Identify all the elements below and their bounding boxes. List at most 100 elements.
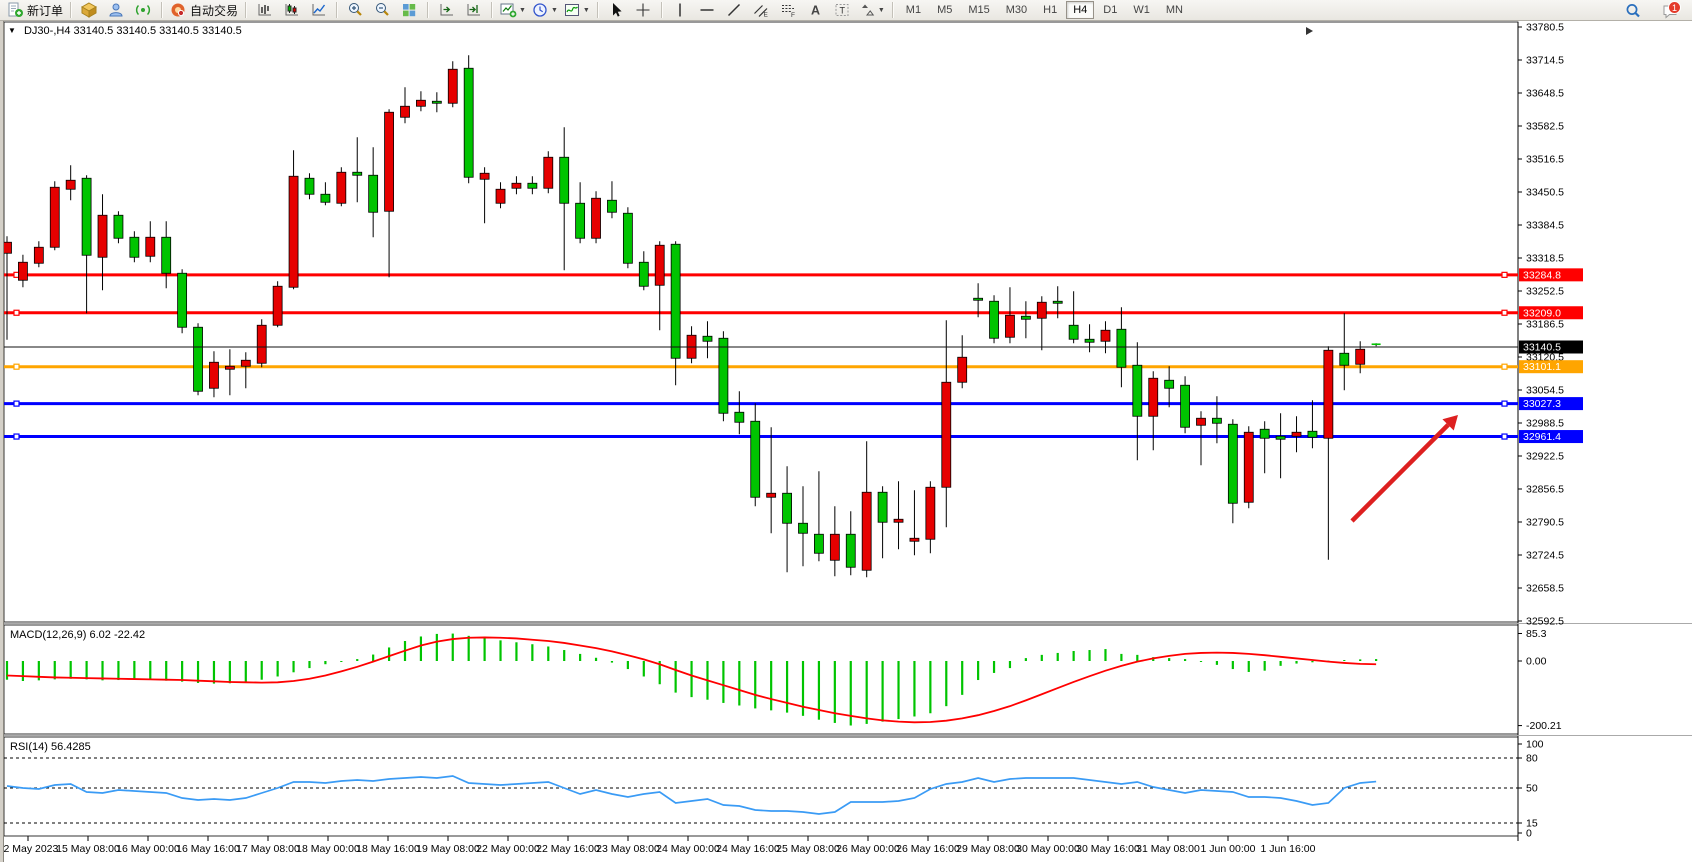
svg-text:22 May 00:00: 22 May 00:00 [476, 843, 540, 855]
cursor-button[interactable] [603, 0, 630, 21]
dropdown-caret-icon[interactable]: ▼ [878, 7, 885, 14]
add-chart-icon [500, 2, 517, 18]
vertical-line-button[interactable] [667, 0, 694, 21]
svg-text:33209.0: 33209.0 [1523, 307, 1561, 319]
auto-scroll-icon [438, 2, 455, 18]
periods-clock-button[interactable]: ▼ [529, 0, 561, 21]
toolbar-separator [661, 2, 663, 18]
signals-button[interactable] [130, 0, 157, 21]
time-axis: 12 May 202315 May 08:0016 May 00:0016 Ma… [0, 836, 1316, 855]
timeframe-m1-button[interactable]: M1 [899, 1, 928, 19]
fibonacci-button[interactable]: F [775, 0, 802, 21]
symbol-dropdown-icon[interactable]: ▼ [8, 26, 16, 35]
svg-text:32988.5: 32988.5 [1526, 418, 1564, 430]
svg-text:16 May 00:00: 16 May 00:00 [116, 843, 180, 855]
price-badge: 33284.8 [1519, 268, 1583, 281]
market-button[interactable] [76, 0, 103, 21]
price-badge: 33140.5 [1519, 341, 1583, 354]
chart-window[interactable]: 33780.533714.533648.533582.533516.533450… [0, 21, 1692, 862]
cursor-icon [608, 2, 625, 18]
svg-text:0: 0 [1526, 828, 1532, 840]
text-button[interactable]: A [802, 0, 829, 21]
vertical-line-icon [672, 2, 689, 18]
svg-text:32790.5: 32790.5 [1526, 517, 1564, 529]
chart-candles-button[interactable] [278, 0, 305, 21]
trendline-button[interactable] [721, 0, 748, 21]
profile-button[interactable] [103, 0, 130, 21]
rsi-value: 56.4285 [51, 741, 91, 753]
dropdown-caret-icon[interactable]: ▼ [583, 7, 590, 14]
text-icon: A [807, 2, 824, 18]
timeframe-mn-button[interactable]: MN [1159, 1, 1190, 19]
svg-text:50: 50 [1526, 783, 1538, 795]
svg-text:33140.5: 33140.5 [1523, 342, 1561, 354]
dropdown-caret-icon[interactable]: ▼ [519, 7, 526, 14]
market-icon [81, 2, 98, 18]
label-icon: T [834, 2, 851, 18]
timeframe-h1-button[interactable]: H1 [1036, 1, 1064, 19]
channel-button[interactable]: E [748, 0, 775, 21]
svg-text:29 May 08:00: 29 May 08:00 [956, 843, 1020, 855]
indicators-button[interactable]: ▼ [561, 0, 593, 21]
toolbar-separator [597, 2, 599, 18]
crosshair-button[interactable] [630, 0, 657, 21]
notification-badge: 1 [1668, 1, 1681, 14]
toolbar-separator [427, 2, 429, 18]
timeframe-h4-button[interactable]: H4 [1066, 1, 1094, 19]
dropdown-caret-icon[interactable]: ▼ [551, 7, 558, 14]
svg-text:33186.5: 33186.5 [1526, 319, 1564, 331]
price-badge: 33027.3 [1519, 397, 1583, 410]
search-button[interactable] [1620, 0, 1647, 21]
zoom-in-icon [347, 2, 364, 18]
svg-text:33714.5: 33714.5 [1526, 55, 1564, 67]
price-axis: 33780.533714.533648.533582.533516.533450… [1518, 22, 1564, 628]
chart-bars-button[interactable] [251, 0, 278, 21]
ohlc-values: 33140.5 33140.5 33140.5 33140.5 [74, 25, 242, 37]
macd-values: 6.02 -22.42 [89, 629, 145, 641]
svg-text:F: F [791, 12, 795, 18]
toolbar-separator [892, 2, 894, 18]
timeframe-w1-button[interactable]: W1 [1126, 1, 1157, 19]
auto-scroll-button[interactable] [433, 0, 460, 21]
horizontal-line-icon [699, 2, 716, 18]
chart-bars-icon [256, 2, 273, 18]
zoom-out-button[interactable] [369, 0, 396, 21]
window-left-border [0, 21, 4, 862]
add-chart-button[interactable]: ▼ [497, 0, 529, 21]
svg-text:18 May 00:00: 18 May 00:00 [296, 843, 360, 855]
notifications-button[interactable]: 1 [1657, 0, 1684, 21]
indicators-icon [564, 2, 581, 18]
toolbar-separator [245, 2, 247, 18]
svg-text:24 May 16:00: 24 May 16:00 [716, 843, 780, 855]
chart-canvas[interactable]: 33780.533714.533648.533582.533516.533450… [0, 21, 1692, 862]
crosshair-icon [635, 2, 652, 18]
symbol-period-label: DJ30-,H4 [24, 25, 70, 37]
tile-windows-icon [401, 2, 418, 18]
autotrade-button[interactable]: 自动交易 [167, 0, 241, 21]
shapes-button[interactable]: ▼ [856, 0, 888, 21]
svg-text:32922.5: 32922.5 [1526, 451, 1564, 463]
svg-text:25 May 08:00: 25 May 08:00 [776, 843, 840, 855]
profile-icon [108, 2, 125, 18]
new-order-button[interactable]: 新订单 [4, 0, 66, 21]
rsi-indicator-label: RSI(14) 56.4285 [10, 741, 91, 753]
horizontal-line-button[interactable] [694, 0, 721, 21]
tile-windows-button[interactable] [396, 0, 423, 21]
timeframe-m30-button[interactable]: M30 [999, 1, 1034, 19]
chart-line-icon [310, 2, 327, 18]
zoom-out-icon [374, 2, 391, 18]
label-button[interactable]: T [829, 0, 856, 21]
timeframe-m15-button[interactable]: M15 [961, 1, 996, 19]
chart-shift-icon [465, 2, 482, 18]
timeframe-d1-button[interactable]: D1 [1096, 1, 1124, 19]
chart-line-button[interactable] [305, 0, 332, 21]
timeframe-m5-button[interactable]: M5 [930, 1, 959, 19]
signals-icon [135, 2, 152, 18]
chart-shift-button[interactable] [460, 0, 487, 21]
zoom-in-button[interactable] [342, 0, 369, 21]
svg-text:32658.5: 32658.5 [1526, 583, 1564, 595]
svg-text:32961.4: 32961.4 [1523, 431, 1561, 443]
channel-icon: E [753, 2, 770, 18]
svg-text:33252.5: 33252.5 [1526, 286, 1564, 298]
svg-text:33450.5: 33450.5 [1526, 187, 1564, 199]
